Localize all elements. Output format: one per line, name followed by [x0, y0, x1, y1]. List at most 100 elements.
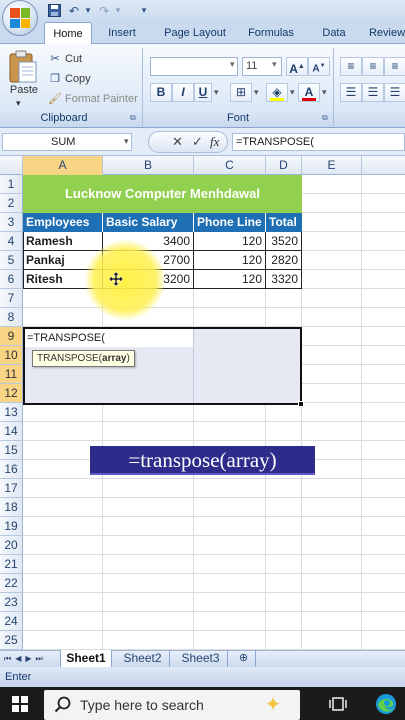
windows-start-icon[interactable]	[12, 696, 28, 712]
row-header[interactable]: 16	[0, 460, 23, 479]
cell-phone-line[interactable]: 120	[194, 251, 265, 270]
insert-sheet-icon[interactable]: ⊕	[232, 650, 256, 667]
sheet-tab-sheet3[interactable]: Sheet3	[174, 650, 228, 667]
font-color-dropdown-icon[interactable]: ▾	[322, 87, 327, 98]
row-header[interactable]: 9	[0, 327, 23, 346]
row-header[interactable]: 8	[0, 308, 23, 327]
italic-button[interactable]: I	[172, 83, 194, 102]
row-header[interactable]: 21	[0, 555, 23, 574]
row-header[interactable]: 6	[0, 270, 23, 289]
function-tooltip[interactable]: TRANSPOSE(array)	[32, 350, 135, 367]
customize-toolbar-icon[interactable]: ▾	[136, 3, 152, 18]
enter-icon[interactable]: ✓	[192, 133, 203, 151]
sheet-tab-sheet1[interactable]: Sheet1	[60, 650, 112, 667]
next-sheet-icon[interactable]: ▶	[25, 654, 31, 663]
header-cell-total[interactable]: Total	[266, 213, 302, 232]
task-view-icon[interactable]	[328, 694, 348, 714]
underline-dropdown-icon[interactable]: ▾	[214, 87, 219, 98]
fill-color-button[interactable]: ◈	[266, 83, 288, 102]
edit-cell-text[interactable]: =TRANSPOSE(	[24, 329, 144, 347]
column-header-e[interactable]: E	[302, 156, 362, 175]
name-box-dropdown-icon[interactable]: ▾	[124, 136, 129, 147]
prev-sheet-icon[interactable]: ◀	[15, 654, 21, 663]
format-painter-button[interactable]: 🖌 Format Painter	[48, 90, 138, 108]
cut-button[interactable]: ✂ Cut	[48, 50, 82, 68]
column-header-c[interactable]: C	[194, 156, 266, 175]
tab-insert[interactable]: Insert	[96, 22, 148, 44]
cell-employee-name[interactable]: Pankaj	[23, 251, 102, 270]
copy-button[interactable]: ❐ Copy	[48, 70, 91, 88]
cancel-icon[interactable]: ✕	[172, 133, 183, 151]
row-header[interactable]: 14	[0, 422, 23, 441]
tab-home[interactable]: Home	[44, 22, 92, 45]
font-color-button[interactable]: A	[298, 83, 320, 102]
cell-total[interactable]: 3320	[266, 270, 301, 289]
row-header[interactable]: 17	[0, 479, 23, 498]
select-all-corner[interactable]	[0, 156, 23, 175]
column-header-d[interactable]: D	[266, 156, 302, 175]
cell-basic-salary[interactable]: 3400	[103, 232, 193, 251]
font-launcher-icon[interactable]: ⧉	[322, 113, 328, 123]
font-name-combo[interactable]	[150, 57, 238, 76]
paste-button-label[interactable]: Paste	[6, 84, 42, 98]
row-header[interactable]: 23	[0, 593, 23, 612]
sheet-title-cell[interactable]: Lucknow Computer Menhdawal	[23, 175, 302, 213]
borders-button[interactable]: ⊞	[230, 83, 252, 102]
align-left-button[interactable]: ☰	[340, 83, 362, 102]
cell-employee-name[interactable]: Ritesh	[23, 270, 102, 289]
row-header[interactable]: 13	[0, 403, 23, 422]
header-cell-phone-line[interactable]: Phone Line	[194, 213, 266, 232]
align-top-button[interactable]: ≡	[340, 57, 362, 76]
cell-phone-line[interactable]: 120	[194, 232, 265, 251]
header-cell-basic-salary[interactable]: Basic Salary	[103, 213, 194, 232]
cell-employee-name[interactable]: Ramesh	[23, 232, 102, 251]
row-header[interactable]: 19	[0, 517, 23, 536]
row-header[interactable]: 3	[0, 213, 23, 232]
align-middle-button[interactable]: ≡	[362, 57, 384, 76]
shrink-font-button[interactable]: A▼	[308, 57, 330, 76]
align-right-button[interactable]: ☰	[384, 83, 405, 102]
borders-dropdown-icon[interactable]: ▾	[254, 87, 259, 98]
row-header[interactable]: 22	[0, 574, 23, 593]
cell-total[interactable]: 2820	[266, 251, 301, 270]
formula-input[interactable]: =TRANSPOSE(	[232, 133, 405, 151]
row-header[interactable]: 15	[0, 441, 23, 460]
clipboard-launcher-icon[interactable]: ⧉	[130, 113, 136, 123]
row-header[interactable]: 20	[0, 536, 23, 555]
row-header[interactable]: 4	[0, 232, 23, 251]
row-header[interactable]: 7	[0, 289, 23, 308]
undo-dropdown-icon[interactable]: ▾	[80, 3, 96, 18]
office-button[interactable]	[2, 0, 38, 36]
save-icon[interactable]	[46, 3, 62, 18]
fill-color-dropdown-icon[interactable]: ▾	[290, 87, 295, 98]
cell-basic-salary[interactable]: 2700	[103, 251, 193, 270]
insert-function-icon[interactable]: fx	[210, 133, 219, 151]
tab-page-layout[interactable]: Page Layout	[155, 22, 235, 44]
underline-button[interactable]: U	[194, 83, 212, 102]
align-center-button[interactable]: ☰	[362, 83, 384, 102]
row-header[interactable]: 12	[0, 384, 23, 403]
row-header[interactable]: 24	[0, 612, 23, 631]
row-header[interactable]: 25	[0, 631, 23, 650]
fill-handle[interactable]	[298, 401, 304, 407]
font-name-dropdown-icon[interactable]: ▾	[230, 59, 235, 70]
tab-review[interactable]: Review	[362, 22, 405, 44]
tab-data[interactable]: Data	[312, 22, 356, 44]
paste-dropdown-icon[interactable]: ▾	[16, 98, 21, 109]
sheet-tab-sheet2[interactable]: Sheet2	[116, 650, 170, 667]
first-sheet-icon[interactable]: ⏮	[4, 654, 11, 664]
font-size-dropdown-icon[interactable]: ▾	[272, 59, 277, 70]
align-bottom-button[interactable]: ≡	[384, 57, 405, 76]
column-header-a[interactable]: A	[23, 156, 103, 175]
row-header[interactable]: 11	[0, 365, 23, 384]
name-box[interactable]: SUM	[2, 133, 132, 151]
row-header[interactable]: 1	[0, 175, 23, 194]
row-header[interactable]: 18	[0, 498, 23, 517]
column-header-b[interactable]: B	[103, 156, 194, 175]
edge-browser-icon[interactable]	[374, 692, 398, 716]
paste-icon[interactable]	[8, 50, 38, 84]
grow-font-button[interactable]: A▲	[286, 57, 308, 76]
tooltip-argument[interactable]: array	[102, 353, 126, 364]
bold-button[interactable]: B	[150, 83, 172, 102]
tab-formulas[interactable]: Formulas	[240, 22, 302, 44]
